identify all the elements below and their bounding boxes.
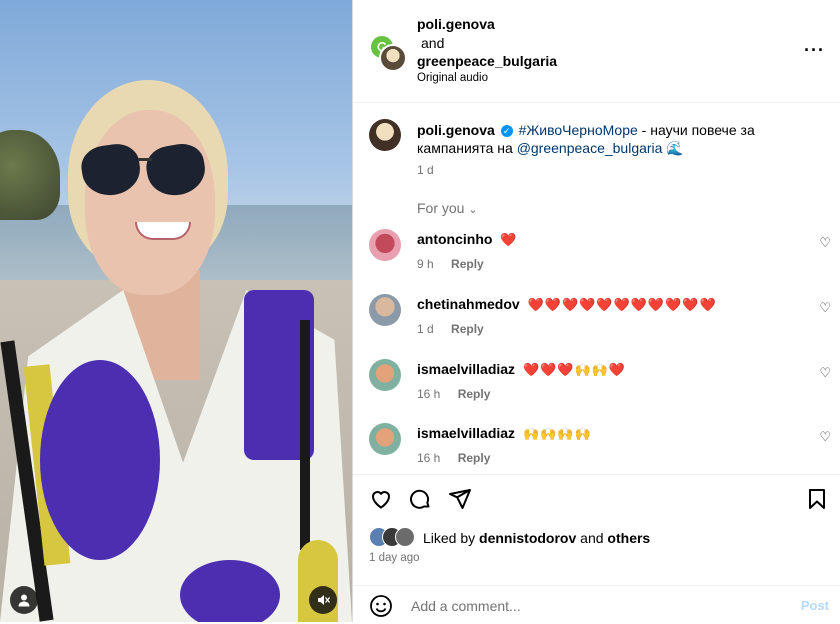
commenter-username[interactable]: antoncinho [417,231,492,247]
caption-mention[interactable]: @greenpeace_bulgaria [517,140,663,156]
commenter-username[interactable]: chetinahmedov [417,296,520,312]
user-icon [18,594,30,607]
like-comment-button[interactable]: ♡ [819,429,831,445]
comment-content: ismaelvilladiaz 🙌🙌🙌🙌 [417,425,592,442]
caption: poli.genova ✓ #ЖивоЧерноМоре - научи пов… [417,121,817,157]
dress-purple-shape-bottom [180,560,280,622]
caption-avatar[interactable] [369,119,401,151]
heart-icon [371,491,391,509]
cliff [0,130,60,220]
comment-time: 1 d [417,322,434,336]
comment-text: ❤️❤️❤️❤️❤️❤️❤️❤️❤️❤️❤️ [527,297,717,312]
audio-link[interactable]: Original audio [417,72,488,84]
liked-by-text: Liked by dennistodorov and others [423,530,650,546]
comment-item: ismaelvilladiaz 🙌🙌🙌🙌 16 h Reply ♡ [353,423,840,473]
comment-item: chetinahmedov ❤️❤️❤️❤️❤️❤️❤️❤️❤️❤️❤️ 1 d… [353,294,840,354]
reply-button[interactable]: Reply [458,387,491,401]
post-actions: Liked by dennistodorov and others 1 day … [353,474,840,623]
caption-time: 1 d [417,163,434,177]
collab-avatars[interactable] [369,34,407,72]
comment-meta: 16 h Reply [417,387,490,401]
comment-content: chetinahmedov ❤️❤️❤️❤️❤️❤️❤️❤️❤️❤️❤️ [417,296,717,313]
tagged-users-button[interactable] [10,586,38,614]
comment-time: 16 h [417,387,441,401]
author-username[interactable]: poli.genova [417,16,495,32]
add-comment-bar: Post [353,585,840,624]
like-button[interactable] [369,487,393,517]
like-comment-button[interactable]: ♡ [819,300,831,316]
comment-content: antoncinho ❤️ [417,231,518,248]
comment-item: antoncinho ❤️ 9 h Reply ♡ [353,229,840,289]
person-face [85,110,215,295]
liked-by-avatars[interactable] [369,527,425,547]
heart-outline-icon: ♡ [819,235,831,250]
comment-text: ❤️❤️❤️🙌🙌❤️ [522,362,627,377]
dress-purple-circle [40,360,160,560]
chevron-down-icon: ⌄ [468,204,478,216]
comment-button[interactable] [408,487,432,517]
verified-badge-icon: ✓ [500,125,513,138]
more-horizontal-icon: ··· [804,40,825,60]
comment-text: ❤️ [500,232,518,247]
comment-meta: 9 h Reply [417,257,484,271]
collaborator-username[interactable]: greenpeace_bulgaria [417,53,557,69]
comments-section[interactable]: poli.genova ✓ #ЖивоЧерноМоре - научи пов… [353,103,840,473]
heart-outline-icon: ♡ [819,429,831,444]
liked-by-others[interactable]: others [607,530,650,546]
like-comment-button[interactable]: ♡ [819,235,831,251]
comment-meta: 1 d Reply [417,322,484,336]
comment-time: 16 h [417,451,441,465]
sunglasses-bridge [138,158,152,161]
liked-by-middle: and [576,530,608,546]
liked-by-prefix: Liked by [423,530,480,546]
post-media[interactable] [0,0,352,622]
liker-avatar [395,527,415,547]
comment-text: 🙌🙌🙌🙌 [522,426,592,441]
poli-genova-avatar[interactable] [379,44,407,72]
commenter-username[interactable]: ismaelvilladiaz [417,361,515,377]
comment-time: 9 h [417,257,434,271]
more-options-button[interactable]: ··· [804,40,825,61]
comment-content: ismaelvilladiaz ❤️❤️❤️🙌🙌❤️ [417,361,626,378]
post-panel: poli.genova and greenpeace_bulgaria Orig… [352,0,840,622]
for-you-filter[interactable]: For you ⌄ [417,200,478,216]
for-you-label: For you [417,200,465,216]
comment-icon [410,489,430,509]
post-comment-button[interactable]: Post [801,598,829,613]
commenter-avatar[interactable] [369,229,401,261]
liked-by-user[interactable]: dennistodorov [479,530,576,546]
caption-hashtag[interactable]: #ЖивоЧерноМоре [519,122,638,138]
mute-button[interactable] [309,586,337,614]
reply-button[interactable]: Reply [458,451,491,465]
send-icon [449,489,471,509]
commenter-avatar[interactable] [369,359,401,391]
share-button[interactable] [448,487,472,517]
comment-meta: 16 h Reply [417,451,490,465]
wave-emoji: 🌊 [666,140,684,156]
bookmark-icon [809,489,825,509]
commenter-avatar[interactable] [369,294,401,326]
post-header: poli.genova and greenpeace_bulgaria Orig… [353,0,840,103]
commenter-avatar[interactable] [369,423,401,455]
heart-outline-icon: ♡ [819,300,831,315]
emoji-icon [370,595,392,617]
and-text: and [421,35,445,51]
muted-speaker-icon [318,595,330,605]
reply-button[interactable]: Reply [451,257,484,271]
dress-stripe-right [300,320,310,550]
commenter-username[interactable]: ismaelvilladiaz [417,425,515,441]
like-comment-button[interactable]: ♡ [819,365,831,381]
reply-button[interactable]: Reply [451,322,484,336]
caption-username[interactable]: poli.genova [417,122,495,138]
emoji-picker-button[interactable] [369,594,393,624]
comment-input[interactable] [409,593,793,619]
heart-outline-icon: ♡ [819,365,831,380]
comment-item: ismaelvilladiaz ❤️❤️❤️🙌🙌❤️ 16 h Reply ♡ [353,359,840,419]
post-time[interactable]: 1 day ago [369,552,420,564]
save-button[interactable] [805,487,829,517]
